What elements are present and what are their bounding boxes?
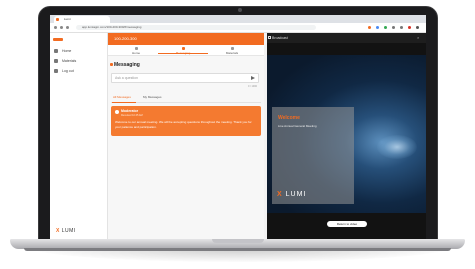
video-player[interactable]: Welcome Live Annual General Meeting X LU…	[267, 55, 426, 213]
tab-my-messages[interactable]: My Messages	[143, 95, 162, 99]
section-title: Messaging	[114, 62, 140, 68]
profile-icon[interactable]	[408, 26, 411, 29]
message-body: Welcome to our annual meeting. We will b…	[115, 120, 252, 129]
laptop-base-edge	[24, 248, 451, 251]
extension-icon[interactable]	[400, 26, 403, 29]
sidebar-item-home[interactable]: Home	[54, 48, 104, 54]
character-count: 0 / 1000	[248, 85, 258, 88]
browser-tab-bar: Lumi	[50, 15, 426, 23]
broadcast-title: Broadcast	[272, 36, 288, 40]
main-panel: 100-200-300 Home Messaging Materials Mes…	[108, 33, 264, 239]
meeting-header: 100-200-300	[108, 33, 264, 45]
broadcast-icon	[268, 36, 271, 39]
return-to-video-button[interactable]: Return to video	[327, 221, 367, 227]
sidebar-item-materials[interactable]: Materials	[54, 58, 104, 64]
browser-address-bar: app.lumiagm.com/100-200-300/#/messaging	[50, 23, 426, 33]
avatar	[115, 110, 119, 114]
close-icon[interactable]: ×	[417, 35, 419, 40]
broadcast-panel: Broadcast × Welcome Live Annual General …	[267, 33, 426, 239]
tab-favicon-icon	[56, 18, 59, 21]
browser-tab[interactable]: Lumi	[54, 16, 110, 23]
reload-icon[interactable]	[66, 26, 69, 29]
sidebar-item-label: Materials	[62, 59, 77, 63]
forward-icon[interactable]	[60, 26, 63, 29]
sidebar-item-label: Log out	[62, 69, 74, 73]
tab-all-messages[interactable]: All Messages	[113, 95, 131, 99]
document-icon	[230, 47, 234, 50]
sidebar-item-label: Home	[62, 49, 72, 53]
broadcast-header: Broadcast ×	[267, 33, 426, 43]
welcome-subtitle: Live Annual General Meeting	[278, 124, 317, 128]
menu-icon[interactable]	[416, 26, 419, 29]
video-background-glow	[377, 135, 417, 159]
message-card: Moderator Received 10:45 AM Welcome to o…	[111, 106, 261, 136]
lumi-logo-text: LUMI	[61, 228, 76, 234]
back-icon[interactable]	[54, 26, 57, 29]
logout-icon	[54, 69, 58, 74]
url-field[interactable]: app.lumiagm.com/100-200-300/#/messaging	[76, 25, 316, 30]
laptop-screen: Lumi app.lumiagm.com/100-200-300/#/messa…	[50, 15, 426, 239]
tab-materials[interactable]: Materials	[212, 47, 252, 55]
tab-label: Materials	[225, 51, 239, 55]
menu-toggle-icon[interactable]	[53, 38, 63, 41]
extension-icon[interactable]	[384, 26, 387, 29]
message-input[interactable]: Ask a question	[111, 73, 259, 83]
browser-tab-title: Lumi	[64, 17, 71, 21]
laptop-opening-notch	[212, 239, 264, 243]
meeting-id: 100-200-300	[114, 36, 137, 41]
active-tab-indicator	[158, 53, 208, 54]
sidebar-item-logout[interactable]: Log out	[54, 68, 104, 74]
sub-navigation: Home Messaging Materials	[108, 45, 264, 56]
lumi-logo-text: LUMI	[285, 191, 307, 198]
lumi-logo: X LUMI	[56, 228, 76, 234]
webcam	[238, 8, 242, 12]
home-icon	[134, 47, 138, 50]
extension-icon[interactable]	[368, 26, 371, 29]
message-sender: Moderator	[121, 109, 139, 113]
tab-label: Home	[131, 51, 140, 55]
chat-icon	[181, 47, 185, 50]
tab-home[interactable]: Home	[116, 47, 156, 55]
sidebar: Home Materials Log out X LUMI	[50, 33, 108, 239]
active-message-tab-indicator	[112, 102, 136, 103]
folder-icon	[54, 59, 58, 64]
lumi-logo-mark: X	[277, 191, 283, 198]
home-icon	[54, 49, 58, 54]
welcome-card: Welcome Live Annual General Meeting	[272, 107, 354, 204]
message-timestamp: Received 10:45 AM	[121, 114, 143, 117]
send-icon[interactable]	[251, 76, 255, 80]
lumi-logo: X LUMI	[277, 191, 306, 198]
welcome-title: Welcome	[278, 115, 300, 121]
chat-icon	[110, 63, 113, 66]
extension-icon[interactable]	[376, 26, 379, 29]
extension-icon[interactable]	[392, 26, 395, 29]
lumi-logo-mark: X	[56, 228, 60, 234]
